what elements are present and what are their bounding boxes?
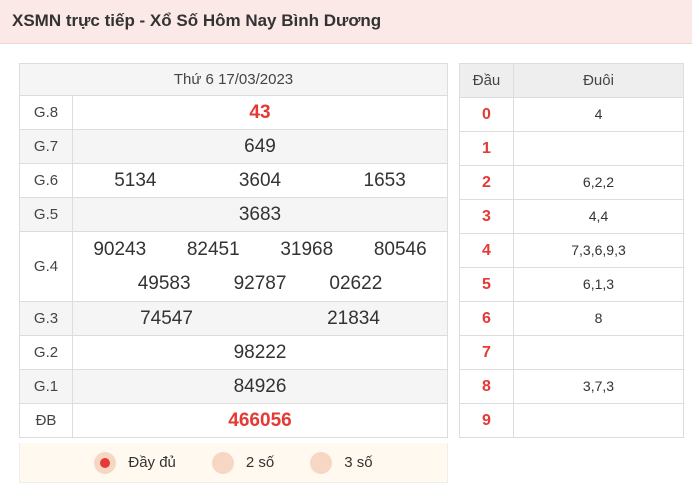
loto-row: 0 4 <box>459 97 684 132</box>
prize-number: 90243 <box>93 238 147 260</box>
loto-table: Đầu Đuôi 0 4 1 2 6,2,2 3 4,4 4 7,3,6,9,3… <box>459 63 684 438</box>
display-options: Đầy đủ 2 số 3 số <box>19 443 448 483</box>
prize-row-g2: G.2 98222 <box>19 335 448 370</box>
prize-number: 84926 <box>72 369 448 404</box>
option-label: 2 số <box>245 454 275 471</box>
prize-number: 3604 <box>238 169 282 191</box>
prize-number: 49583 <box>137 272 191 294</box>
page-title: XSMN trực tiếp - Xổ Số Hôm Nay Bình Dươn… <box>12 11 382 30</box>
loto-head: 6 <box>459 301 514 336</box>
radio-unchecked-icon[interactable] <box>310 451 333 474</box>
prize-number: 1653 <box>363 169 406 191</box>
loto-tail: 4 <box>513 97 684 132</box>
loto-tail: 3,7,3 <box>513 369 684 404</box>
special-prize-number: 466056 <box>72 403 448 438</box>
prize-label: G.7 <box>19 129 73 164</box>
option-2-digits[interactable]: 2 số <box>211 451 275 474</box>
loto-head: 1 <box>459 131 514 166</box>
prize-number: 21834 <box>327 307 380 329</box>
loto-head: 3 <box>459 199 514 234</box>
prize-number: 98222 <box>72 335 448 370</box>
loto-tail: 7,3,6,9,3 <box>513 233 684 268</box>
draw-date: Thứ 6 17/03/2023 <box>19 63 448 96</box>
loto-tail-header: Đuôi <box>513 63 684 98</box>
prize-number: 80546 <box>373 238 427 260</box>
prize-label: G.4 <box>19 231 73 302</box>
prize-number: 3683 <box>72 197 448 232</box>
loto-row: 9 <box>459 403 684 438</box>
prize-number: 74547 <box>140 307 193 329</box>
prize-number: 82451 <box>186 238 240 260</box>
loto-row: 4 7,3,6,9,3 <box>459 233 684 268</box>
prize-label: G.2 <box>19 335 73 370</box>
results-table: Thứ 6 17/03/2023 G.8 43 G.7 649 G.6 5134… <box>19 63 448 438</box>
loto-head: 4 <box>459 233 514 268</box>
prize-row-special: ĐB 466056 <box>19 403 448 438</box>
loto-row: 7 <box>459 335 684 370</box>
prize-label: G.8 <box>19 95 73 130</box>
option-3-digits[interactable]: 3 số <box>310 451 373 474</box>
prize-label: G.5 <box>19 197 73 232</box>
page-header: XSMN trực tiếp - Xổ Số Hôm Nay Bình Dươn… <box>0 0 692 44</box>
option-label: 3 số <box>344 454 373 471</box>
prize-label: ĐB <box>19 403 73 438</box>
prize-number: 5134 <box>114 169 157 191</box>
loto-head: 9 <box>459 403 514 438</box>
prize-row-g1: G.1 84926 <box>19 369 448 404</box>
loto-tail: 8 <box>513 301 684 336</box>
loto-row: 2 6,2,2 <box>459 165 684 200</box>
loto-row: 5 6,1,3 <box>459 267 684 302</box>
prize-label: G.1 <box>19 369 73 404</box>
loto-row: 1 <box>459 131 684 166</box>
prize-row-g7: G.7 649 <box>19 129 448 164</box>
loto-tail: 6,1,3 <box>513 267 684 302</box>
prize-row-g6: G.6 5134 3604 1653 <box>19 163 448 198</box>
prize-label: G.6 <box>19 163 73 198</box>
loto-row: 3 4,4 <box>459 199 684 234</box>
loto-head: 7 <box>459 335 514 370</box>
loto-head: 0 <box>459 97 514 132</box>
radio-checked-icon[interactable] <box>94 451 117 474</box>
option-full[interactable]: Đầy đủ <box>94 451 176 474</box>
prize-number: 92787 <box>233 272 287 294</box>
prize-label: G.3 <box>19 301 73 336</box>
option-label: Đầy đủ <box>128 454 176 471</box>
loto-head-header: Đầu <box>459 63 514 98</box>
prize-row-g8: G.8 43 <box>19 95 448 130</box>
loto-tail <box>513 131 684 166</box>
loto-tail: 4,4 <box>513 199 684 234</box>
loto-head: 2 <box>459 165 514 200</box>
prize-number: 649 <box>72 129 448 164</box>
loto-row: 8 3,7,3 <box>459 369 684 404</box>
prize-number: 31968 <box>280 238 334 260</box>
prize-number: 02622 <box>329 272 383 294</box>
prize-row-g5: G.5 3683 <box>19 197 448 232</box>
prize-row-g4: G.4 90243 82451 31968 80546 49583 92787 … <box>19 231 448 302</box>
loto-row: 6 8 <box>459 301 684 336</box>
loto-tail: 6,2,2 <box>513 165 684 200</box>
radio-unchecked-icon[interactable] <box>211 451 234 474</box>
prize-row-g3: G.3 74547 21834 <box>19 301 448 336</box>
loto-head: 8 <box>459 369 514 404</box>
loto-tail <box>513 403 684 438</box>
prize-number: 43 <box>72 95 448 130</box>
loto-head: 5 <box>459 267 514 302</box>
loto-tail <box>513 335 684 370</box>
